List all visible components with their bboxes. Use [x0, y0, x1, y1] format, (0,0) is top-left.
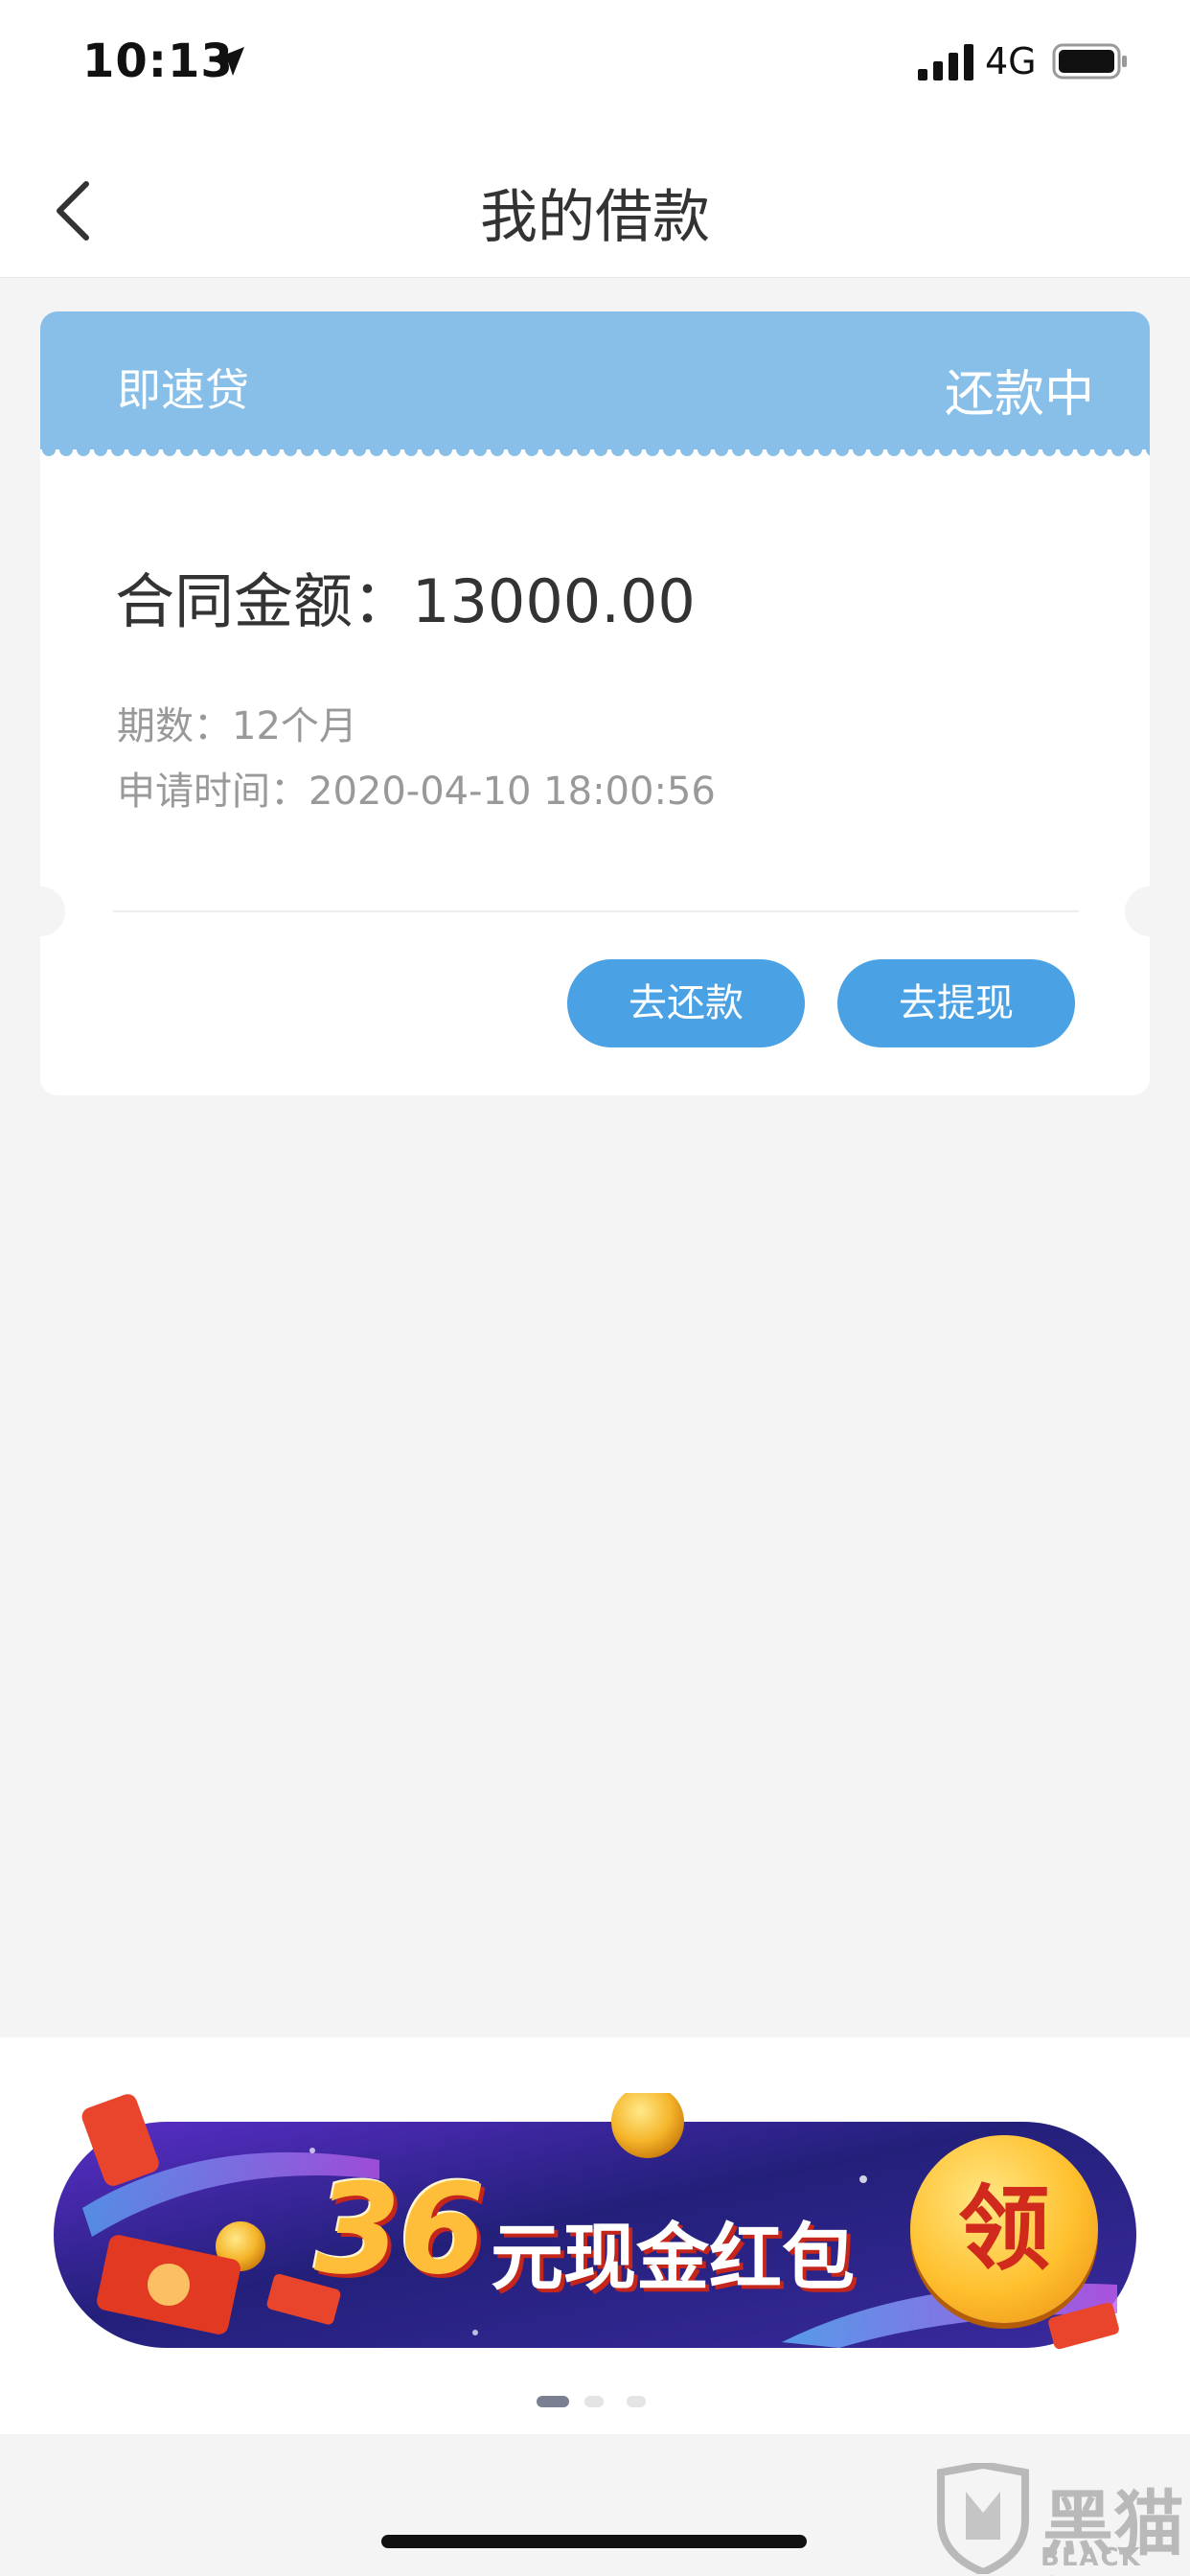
carousel-dot-active[interactable] — [537, 2396, 569, 2407]
scalloped-edge — [40, 440, 1150, 463]
withdraw-button[interactable]: 去提现 — [837, 959, 1075, 1047]
loan-card: 即速贷 还款中 合同金额：13000.00 期数：12个月 申请时间：2020-… — [40, 311, 1150, 1095]
loan-product-name: 即速贷 — [117, 364, 249, 416]
contract-amount-value: 13000.00 — [412, 566, 696, 636]
status-time: 10:13 — [82, 34, 234, 88]
status-bar: 10:13 4G — [0, 0, 1190, 134]
black-cat-logo-icon — [937, 2463, 1029, 2574]
card-notch-left — [40, 886, 65, 936]
black-cat-watermark: 黑猫 BLACK CAT — [929, 2461, 1190, 2576]
loan-terms-label: 期数： — [117, 704, 232, 748]
loan-card-header: 即速贷 还款中 — [40, 311, 1150, 451]
apply-time-value: 2020-04-10 18:00:56 — [309, 770, 716, 814]
contract-amount: 合同金额：13000.00 — [115, 553, 696, 639]
battery-icon — [1052, 43, 1127, 80]
loan-terms: 期数：12个月 — [117, 695, 357, 750]
page-title: 我的借款 — [480, 184, 710, 251]
apply-time: 申请时间：2020-04-10 18:00:56 — [117, 760, 716, 816]
promo-banner[interactable] — [54, 2093, 1136, 2352]
carousel-dot[interactable] — [584, 2396, 604, 2407]
watermark-name-en: BLACK CAT — [1041, 2543, 1142, 2576]
loan-terms-value: 12个月 — [232, 704, 357, 748]
card-notch-right — [1125, 886, 1150, 936]
contract-amount-label: 合同金额： — [115, 566, 413, 636]
carousel-dot[interactable] — [627, 2396, 646, 2407]
carousel-indicator — [0, 2396, 1190, 2409]
signal-bars-icon — [918, 44, 973, 80]
repay-button[interactable]: 去还款 — [567, 959, 805, 1047]
promo-banner-area: 36 元现金红包 领 — [0, 2037, 1190, 2434]
location-arrow-icon — [216, 47, 244, 76]
nav-bar: 我的借款 — [0, 134, 1190, 278]
home-indicator[interactable] — [381, 2535, 807, 2548]
apply-time-label: 申请时间： — [117, 770, 309, 814]
network-type: 4G — [985, 40, 1037, 82]
loan-status-badge: 还款中 — [944, 366, 1094, 424]
card-divider — [113, 910, 1079, 912]
